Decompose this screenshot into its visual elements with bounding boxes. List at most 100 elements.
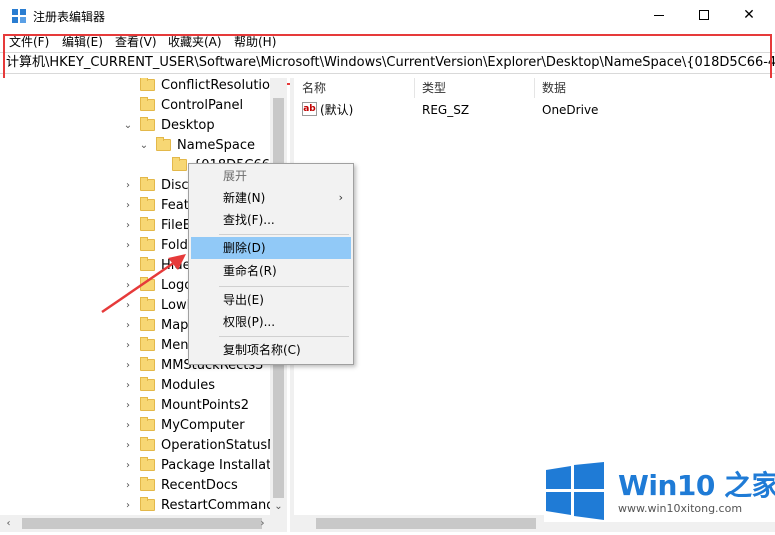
column-header-name[interactable]: 名称 bbox=[302, 78, 326, 98]
column-header-type[interactable]: 类型 bbox=[422, 78, 446, 98]
tree-item-map[interactable]: › Map bbox=[122, 315, 188, 335]
column-divider[interactable] bbox=[414, 78, 415, 98]
expand-toggle[interactable]: › bbox=[122, 339, 134, 351]
menu-item-delete[interactable]: 删除(D) bbox=[191, 237, 351, 259]
tree-horizontal-scrollbar[interactable]: ‹ › bbox=[0, 515, 287, 532]
value-data[interactable]: OneDrive bbox=[542, 100, 598, 120]
scroll-down-icon[interactable]: ⌄ bbox=[270, 498, 287, 515]
menu-item-new[interactable]: 新建(N) › bbox=[191, 187, 351, 209]
tree-item-desktop[interactable]: ⌄ Desktop bbox=[122, 115, 215, 135]
close-icon: ✕ bbox=[743, 7, 755, 23]
folder-icon bbox=[140, 497, 155, 511]
tree-label: RecentDocs bbox=[161, 477, 238, 493]
scroll-left-icon[interactable]: ‹ bbox=[0, 515, 17, 532]
tree-item-controlpanel[interactable]: ControlPanel bbox=[122, 95, 243, 115]
registry-editor-icon bbox=[12, 9, 26, 23]
expand-toggle[interactable]: › bbox=[122, 219, 134, 231]
scroll-right-icon[interactable]: › bbox=[254, 515, 271, 532]
expand-toggle[interactable]: › bbox=[122, 419, 134, 431]
watermark-logo: Win10 之家 www.win10xitong.com bbox=[544, 462, 775, 522]
minimize-icon bbox=[654, 14, 664, 16]
tree-label: Map bbox=[161, 317, 189, 333]
expand-toggle[interactable]: › bbox=[122, 479, 134, 491]
expand-toggle[interactable]: › bbox=[122, 319, 134, 331]
folder-icon bbox=[140, 237, 155, 251]
menu-item-label: 新建(N) bbox=[223, 191, 266, 205]
address-bar[interactable]: 计算机\HKEY_CURRENT_USER\Software\Microsoft… bbox=[0, 52, 775, 74]
menu-item-copy-key-name[interactable]: 复制项名称(C) bbox=[191, 339, 351, 361]
menu-separator bbox=[219, 286, 349, 287]
folder-icon bbox=[172, 157, 187, 171]
scrollbar-thumb[interactable] bbox=[22, 518, 262, 529]
values-list-pane: 名称 类型 数据 ab (默认) REG_SZ OneDrive bbox=[294, 78, 775, 515]
expand-toggle[interactable]: › bbox=[122, 179, 134, 191]
folder-icon bbox=[140, 97, 155, 111]
menu-view[interactable]: 查看(V) bbox=[115, 33, 157, 50]
menu-item-export[interactable]: 导出(E) bbox=[191, 289, 351, 311]
menu-help[interactable]: 帮助(H) bbox=[234, 33, 276, 50]
expand-toggle[interactable]: › bbox=[122, 239, 134, 251]
chevron-right-icon: › bbox=[338, 191, 343, 204]
minimize-button[interactable] bbox=[636, 0, 682, 30]
tree-item-recentdocs[interactable]: › RecentDocs bbox=[122, 475, 238, 495]
menu-edit[interactable]: 编辑(E) bbox=[62, 33, 103, 50]
title-bar: 注册表编辑器 ✕ bbox=[0, 0, 775, 32]
folder-icon bbox=[140, 437, 155, 451]
folder-icon bbox=[140, 317, 155, 331]
expand-toggle[interactable]: › bbox=[122, 439, 134, 451]
close-button[interactable]: ✕ bbox=[726, 0, 772, 30]
menu-favorites[interactable]: 收藏夹(A) bbox=[168, 33, 222, 50]
folder-icon bbox=[140, 177, 155, 191]
column-divider[interactable] bbox=[534, 78, 535, 98]
value-name[interactable]: (默认) bbox=[320, 100, 353, 120]
expand-toggle[interactable] bbox=[122, 99, 134, 111]
expand-toggle[interactable]: › bbox=[122, 459, 134, 471]
folder-icon bbox=[140, 397, 155, 411]
tree-label: ControlPanel bbox=[161, 97, 244, 113]
expand-toggle[interactable]: › bbox=[122, 499, 134, 511]
maximize-button[interactable] bbox=[681, 0, 727, 30]
folder-icon bbox=[140, 457, 155, 471]
folder-icon bbox=[140, 337, 155, 351]
folder-icon bbox=[140, 217, 155, 231]
collapse-toggle[interactable]: ⌄ bbox=[138, 139, 150, 151]
tree-label: Desktop bbox=[161, 117, 215, 133]
folder-icon bbox=[140, 357, 155, 371]
tree-item-operationstatus[interactable]: › OperationStatusMa bbox=[122, 435, 286, 455]
tree-item-mountpoints2[interactable]: › MountPoints2 bbox=[122, 395, 249, 415]
menu-item-permissions[interactable]: 权限(P)... bbox=[191, 311, 351, 333]
tree-item-mycomputer[interactable]: › MyComputer bbox=[122, 415, 245, 435]
tree-item-modules[interactable]: › Modules bbox=[122, 375, 215, 395]
expand-toggle[interactable]: › bbox=[122, 379, 134, 391]
tree-label: MyComputer bbox=[161, 417, 245, 433]
tree-item-namespace[interactable]: ⌄ NameSpace bbox=[138, 135, 255, 155]
expand-toggle[interactable] bbox=[122, 79, 134, 91]
menu-item-rename[interactable]: 重命名(R) bbox=[191, 260, 351, 282]
expand-toggle[interactable]: › bbox=[122, 399, 134, 411]
menu-separator bbox=[219, 336, 349, 337]
expand-toggle[interactable]: › bbox=[122, 359, 134, 371]
menu-file[interactable]: 文件(F) bbox=[9, 33, 49, 50]
tree-label: Package Installatio bbox=[161, 457, 283, 473]
tree-label: ConflictResolutionD bbox=[161, 78, 287, 93]
tree-item-packageinstallation[interactable]: › Package Installatio bbox=[122, 455, 283, 475]
menu-item-find[interactable]: 查找(F)... bbox=[191, 209, 351, 231]
column-header-data[interactable]: 数据 bbox=[542, 78, 566, 98]
folder-icon bbox=[140, 417, 155, 431]
maximize-icon bbox=[699, 10, 709, 20]
scrollbar-thumb[interactable] bbox=[316, 518, 536, 529]
tree-label: RestartCommands bbox=[161, 497, 282, 513]
menu-item-expand[interactable]: 展开 bbox=[191, 165, 351, 187]
windows-logo-icon bbox=[546, 462, 604, 520]
value-type[interactable]: REG_SZ bbox=[422, 100, 469, 120]
expand-toggle[interactable]: › bbox=[122, 199, 134, 211]
collapse-toggle[interactable]: ⌄ bbox=[122, 119, 134, 131]
window-title: 注册表编辑器 bbox=[33, 10, 106, 24]
tree-item-conflictresolution[interactable]: ConflictResolutionD bbox=[122, 78, 287, 95]
tree-item-restartcommands[interactable]: › RestartCommands bbox=[122, 495, 281, 515]
watermark-brand: Win10 之家 bbox=[618, 469, 775, 502]
watermark-url: www.win10xitong.com bbox=[618, 502, 743, 515]
folder-icon bbox=[140, 377, 155, 391]
tree-label: NameSpace bbox=[177, 137, 255, 153]
tree-label: MountPoints2 bbox=[161, 397, 250, 413]
